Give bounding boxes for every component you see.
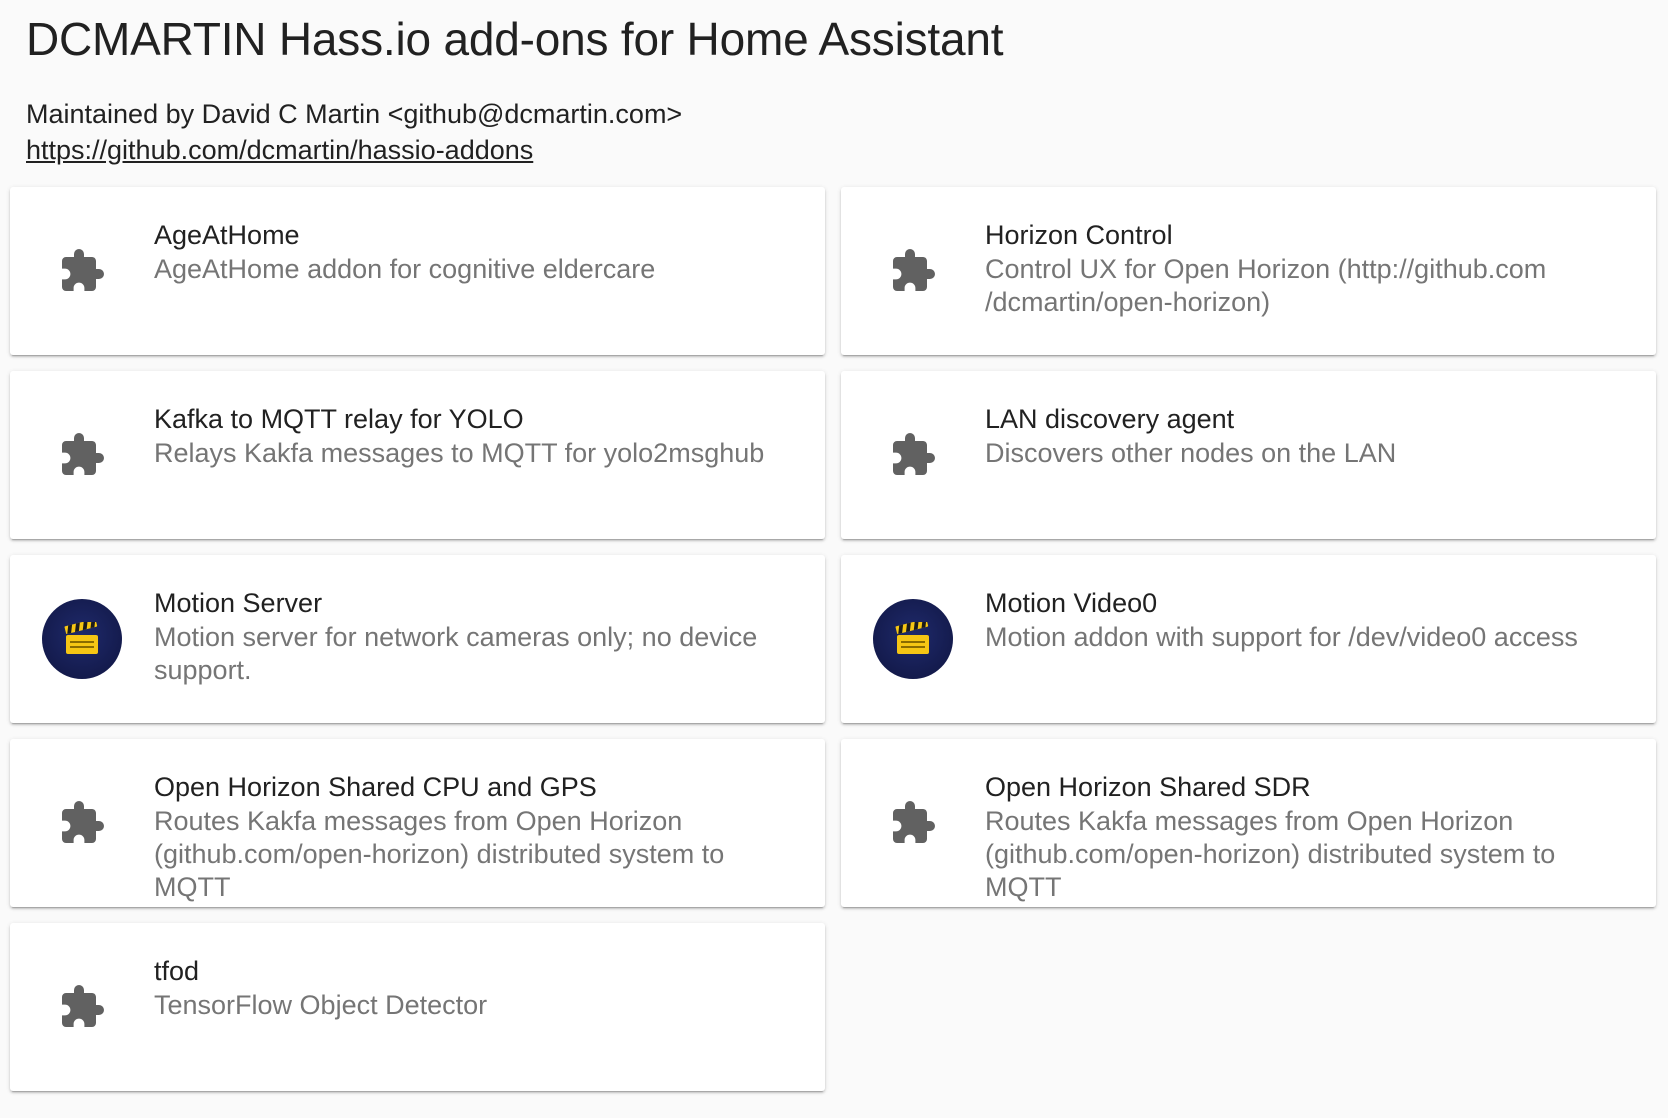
repository-url-link[interactable]: https://github.com/dcmartin/hassio-addon… xyxy=(26,132,533,168)
repository-title: DCMARTIN Hass.io add-ons for Home Assist… xyxy=(26,13,1004,65)
addon-description: AgeAtHome addon for cognitive eldercare xyxy=(154,254,656,284)
addon-description: Routes Kakfa messages from Open Horizon … xyxy=(154,806,725,902)
addon-name: tfod xyxy=(154,956,200,986)
clapperboard-logo xyxy=(873,599,953,679)
puzzle-piece-icon xyxy=(42,967,122,1047)
puzzle-piece-icon xyxy=(42,231,122,311)
addon-card-horizon-control[interactable]: Horizon Control Control UX for Open Hori… xyxy=(841,187,1656,355)
addon-name: Open Horizon Shared CPU and GPS xyxy=(154,772,597,802)
puzzle-piece-icon xyxy=(873,231,953,311)
addon-name: AgeAtHome xyxy=(154,220,300,250)
addon-name: Kafka to MQTT relay for YOLO xyxy=(154,404,524,434)
addon-name: LAN discovery agent xyxy=(985,404,1235,434)
repository-header: DCMARTIN Hass.io add-ons for Home Assist… xyxy=(26,10,1626,168)
addon-card-ageathome[interactable]: AgeAtHome AgeAtHome addon for cognitive … xyxy=(10,187,825,355)
addon-name: Horizon Control xyxy=(985,220,1173,250)
puzzle-piece-icon xyxy=(42,783,122,863)
addon-description: Discovers other nodes on the LAN xyxy=(985,438,1397,468)
clapperboard-logo xyxy=(42,599,122,679)
addon-name: Open Horizon Shared SDR xyxy=(985,772,1311,802)
addon-card-grid: AgeAtHome AgeAtHome addon for cognitive … xyxy=(10,187,1658,1091)
repository-maintainer: Maintained by David C Martin <github@dcm… xyxy=(26,99,683,129)
addon-description: Motion server for network cameras only; … xyxy=(154,622,758,685)
puzzle-piece-icon xyxy=(42,415,122,495)
addon-card-tfod[interactable]: tfod TensorFlow Object Detector xyxy=(10,923,825,1091)
puzzle-piece-icon xyxy=(873,783,953,863)
addon-card-kafka-mqtt-relay[interactable]: Kafka to MQTT relay for YOLO Relays Kakf… xyxy=(10,371,825,539)
addon-description: Motion addon with support for /dev/video… xyxy=(985,622,1578,652)
addon-name: Motion Server xyxy=(154,588,323,618)
addon-description: Relays Kakfa messages to MQTT for yolo2m… xyxy=(154,438,765,468)
addon-name: Motion Video0 xyxy=(985,588,1158,618)
addon-card-lan-discovery[interactable]: LAN discovery agent Discovers other node… xyxy=(841,371,1656,539)
addon-card-motion-server[interactable]: Motion Server Motion server for network … xyxy=(10,555,825,723)
addon-description: Routes Kakfa messages from Open Horizon … xyxy=(985,806,1556,902)
addon-description: TensorFlow Object Detector xyxy=(154,990,488,1020)
addon-card-motion-video0[interactable]: Motion Video0 Motion addon with support … xyxy=(841,555,1656,723)
addon-description: Control UX for Open Horizon (http://gith… xyxy=(985,254,1547,317)
addon-card-oh-shared-cpu-gps[interactable]: Open Horizon Shared CPU and GPS Routes K… xyxy=(10,739,825,907)
puzzle-piece-icon xyxy=(873,415,953,495)
addon-card-oh-shared-sdr[interactable]: Open Horizon Shared SDR Routes Kakfa mes… xyxy=(841,739,1656,907)
